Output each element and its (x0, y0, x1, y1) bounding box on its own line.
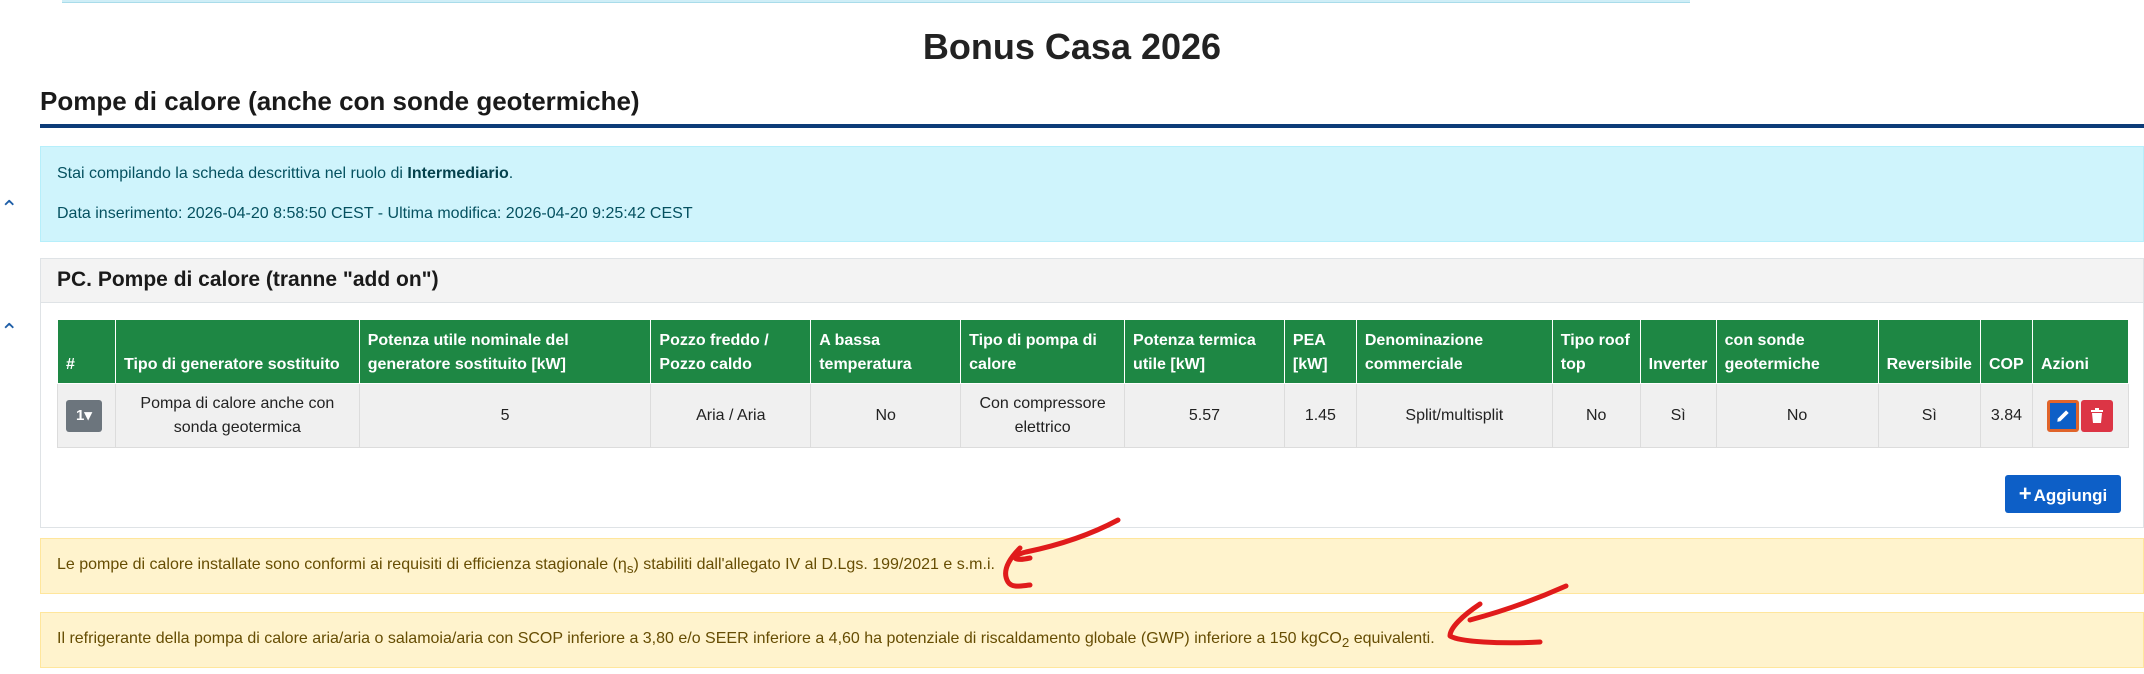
cell-geothermal: No (1715, 383, 1879, 448)
heat-pump-table: # Tipo di generatore sostituito Potenza … (57, 319, 2130, 448)
col-header-roof-top: Tipo roof top (1551, 319, 1641, 384)
dates-message: Data inserimento: 2026-04-20 8:58:50 CES… (57, 205, 693, 222)
cell-low-temperature: No (810, 383, 962, 448)
section-title: Pompe di calore (anche con sonde geoterm… (40, 86, 640, 116)
col-header-nominal-power: Potenza utile nominale del generatore so… (358, 319, 652, 384)
cell-actions (2031, 383, 2130, 448)
chevron-up-icon[interactable]: ⌃ (0, 198, 18, 220)
chevron-up-icon[interactable]: ⌃ (0, 321, 18, 343)
refrigerant-text-end: equivalenti. (1349, 630, 1435, 647)
card-title: PC. Pompe di calore (tranne "add on") (41, 259, 2143, 303)
cell-replaced-generator: Pompa di calore anche con sonda geotermi… (114, 383, 360, 448)
col-header-inverter: Inverter (1639, 319, 1717, 384)
row-index-cell: 1▾ (57, 383, 116, 448)
col-header-index: # (57, 319, 116, 384)
edit-button[interactable] (2047, 399, 2080, 432)
cell-reversible: Sì (1877, 383, 1981, 448)
plus-icon: + (2018, 481, 2032, 506)
refrigerant-text: Il refrigerante della pompa di calore ar… (57, 630, 1342, 647)
add-button-label: Aggiungi (2033, 486, 2108, 505)
col-header-reversible: Reversibile (1877, 319, 1981, 384)
cell-pea: 1.45 (1283, 383, 1357, 448)
cell-trade-name: Split/multisplit (1355, 383, 1553, 448)
role-suffix: . (508, 165, 514, 182)
col-header-cop: COP (1979, 319, 2033, 384)
heat-pump-card: PC. Pompe di calore (tranne "add on") # … (40, 258, 2144, 528)
col-header-pump-type: Tipo di pompa di calore (960, 319, 1126, 384)
top-alert-strip (62, 0, 1690, 3)
refrigerant-note: Il refrigerante della pompa di calore ar… (40, 612, 2144, 668)
delete-button[interactable] (2081, 399, 2114, 432)
efficiency-note: Le pompe di calore installate sono confo… (40, 538, 2144, 594)
pencil-icon (2057, 409, 2070, 422)
role-message: Stai compilando la scheda descrittiva ne… (57, 165, 513, 183)
cell-thermal-power: 5.57 (1124, 383, 1285, 448)
col-header-geothermal: con sonde geotermiche (1715, 319, 1879, 384)
trash-icon (2091, 407, 2104, 423)
role-name: Intermediario (407, 165, 509, 182)
cell-roof-top: No (1551, 383, 1641, 448)
cell-source-sink: Aria / Aria (650, 383, 812, 448)
add-button[interactable]: + Aggiungi (2005, 475, 2121, 513)
efficiency-text-end: ) stabiliti dall'allegato IV al D.Lgs. 1… (633, 556, 995, 573)
cell-pump-type: Con compressore elettrico (960, 383, 1126, 448)
col-header-pea: PEA [kW] (1283, 319, 1357, 384)
efficiency-text: Le pompe di calore installate sono confo… (57, 556, 618, 573)
col-header-low-temperature: A bassa temperatura (810, 319, 962, 384)
col-header-source-sink: Pozzo freddo / Pozzo caldo (650, 319, 812, 384)
eta-symbol: η (617, 556, 627, 573)
cell-nominal-power: 5 (358, 383, 652, 448)
col-header-trade-name: Denominazione commerciale (1355, 319, 1553, 384)
cell-inverter: Sì (1639, 383, 1717, 448)
page-title: Bonus Casa 2026 (922, 26, 1222, 67)
info-alert: Stai compilando la scheda descrittiva ne… (40, 146, 2144, 242)
section-divider (40, 124, 2144, 128)
row-toggle-button[interactable]: 1▾ (66, 399, 102, 432)
col-header-actions: Azioni (2031, 319, 2130, 384)
table-header-row: # Tipo di generatore sostituito Potenza … (57, 319, 2130, 384)
table-row: 1▾ Pompa di calore anche con sonda geote… (57, 383, 2130, 448)
role-prefix: Stai compilando la scheda descrittiva ne… (57, 165, 408, 182)
col-header-thermal-power: Potenza termica utile [kW] (1124, 319, 1285, 384)
cell-cop: 3.84 (1979, 383, 2033, 448)
col-header-replaced-generator: Tipo di generatore sostituito (114, 319, 360, 384)
